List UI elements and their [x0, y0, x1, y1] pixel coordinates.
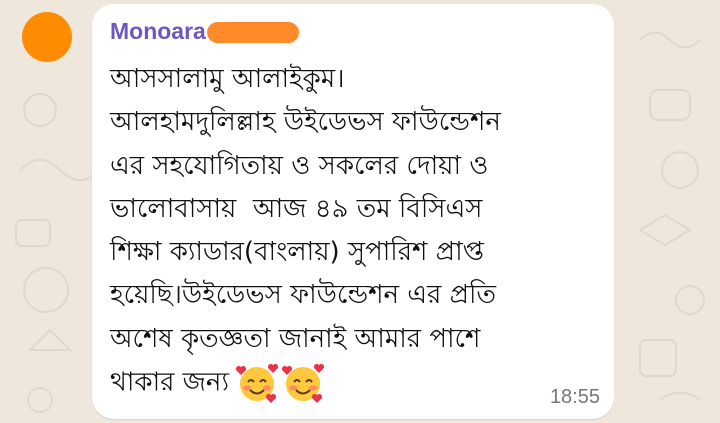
message-line: আলহামদুলিল্লাহ উইডেভস ফাউন্ডেশন — [110, 107, 501, 138]
message-line: ভালোবাসায় আজ ৪৯ তম বিসিএস — [110, 193, 483, 224]
emoji-row — [235, 361, 327, 405]
smiling-face-with-hearts-icon — [235, 364, 279, 404]
sender-name[interactable]: Monoara — [110, 16, 206, 46]
message-line: অশেষ কৃতজ্ঞতা জানাই আমার পাশে — [110, 323, 481, 354]
redaction-mark — [206, 21, 299, 43]
smiling-face-with-hearts-icon — [281, 364, 325, 404]
message-text: আসসালামু আলাইকুম। আলহামদুলিল্লাহ উইডেভস … — [110, 58, 608, 405]
message-bubble: Monoara আসসালামু আলাইকুম। আলহামদুলিল্লাহ… — [92, 4, 614, 419]
message-timestamp: 18:55 — [549, 386, 600, 408]
sender-row: Monoara — [110, 16, 299, 46]
avatar[interactable] — [22, 12, 72, 62]
message-line: এর সহযোগিতায় ও সকলের দোয়া ও — [110, 150, 489, 181]
message-line: আসসালামু আলাইকুম। — [110, 64, 345, 94]
message-line: হয়েছি।উইডেভস ফাউন্ডেশন এর প্রতি — [110, 280, 496, 311]
message-line: থাকার জন্য — [110, 367, 229, 398]
message-line: শিক্ষা ক্যাডার(বাংলায়) সুপারিশ প্রাপ্ত — [110, 237, 484, 268]
